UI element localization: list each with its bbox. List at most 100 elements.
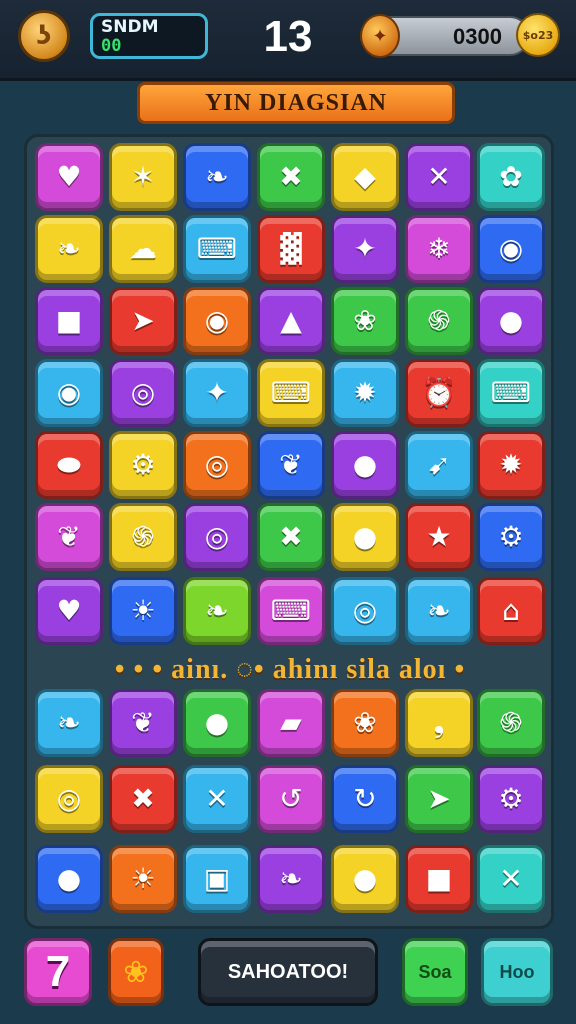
tile[interactable]: ✕ [183, 765, 251, 833]
ring-icon: ◎ [204, 448, 230, 481]
tile[interactable]: ✿ [477, 143, 545, 211]
tile[interactable]: ▰ [257, 689, 325, 757]
tile[interactable]: ◎ [331, 577, 399, 645]
moves-counter: 13 [263, 12, 313, 61]
tile[interactable]: ● [331, 431, 399, 499]
tile[interactable]: ✖ [257, 143, 325, 211]
tile[interactable]: ✦ [183, 359, 251, 427]
tile[interactable]: ֍ [109, 503, 177, 571]
tile[interactable]: ◉ [183, 287, 251, 355]
orange-ball-icon: ● [352, 520, 378, 553]
tile[interactable]: ● [477, 287, 545, 355]
cyan-button[interactable]: Hoo [481, 938, 553, 1006]
top-bar: ʖ SNDM 00 13 ✦ 0300 $o23 [0, 0, 576, 81]
tile[interactable]: ⚙ [477, 765, 545, 833]
tile[interactable]: ❄ [405, 215, 473, 283]
tile[interactable]: ❟ [405, 689, 473, 757]
coin-badge[interactable]: $o23 [516, 13, 560, 57]
tile[interactable]: ➤ [405, 765, 473, 833]
blob-icon: ☁ [129, 232, 157, 265]
tile[interactable]: ▲ [257, 287, 325, 355]
tile[interactable]: ❧ [257, 845, 325, 913]
tile[interactable]: ✕ [405, 143, 473, 211]
tile[interactable]: ◎ [109, 359, 177, 427]
tile[interactable]: ✹ [331, 359, 399, 427]
tile[interactable]: ֍ [405, 287, 473, 355]
tile[interactable]: ✦ [331, 215, 399, 283]
tile[interactable]: ↺ [257, 765, 325, 833]
combo-text: • • • ainı. ◌• ahinı sila aloı • [114, 654, 466, 685]
tile[interactable]: ⌨ [257, 577, 325, 645]
tile[interactable]: ⌨ [183, 215, 251, 283]
tile[interactable]: ❧ [35, 215, 103, 283]
tile[interactable]: ☁ [109, 215, 177, 283]
tile[interactable]: ✖ [257, 503, 325, 571]
tile[interactable]: ☀ [109, 577, 177, 645]
tile[interactable]: ❧ [183, 577, 251, 645]
tile[interactable]: ● [183, 689, 251, 757]
tile[interactable]: ❧ [183, 143, 251, 211]
lemon-icon: ● [56, 862, 82, 895]
tile[interactable]: ♥ [35, 143, 103, 211]
tile[interactable]: ▣ [183, 845, 251, 913]
tile[interactable]: ֍ [477, 689, 545, 757]
blob-booster-button[interactable]: ❀ [108, 938, 164, 1006]
blob-icon: ❀ [123, 954, 149, 990]
tile[interactable]: ❦ [109, 689, 177, 757]
tile[interactable]: ❧ [405, 577, 473, 645]
sprout-icon: ❦ [131, 706, 155, 739]
tile[interactable]: ⬬ [35, 431, 103, 499]
action-button[interactable]: SAHOATOO! [198, 938, 378, 1006]
tile[interactable]: ⚙ [477, 503, 545, 571]
tile[interactable]: ■ [35, 287, 103, 355]
tile[interactable]: ◉ [35, 359, 103, 427]
gear-icon: ⚙ [130, 448, 156, 481]
tile[interactable]: ♥ [35, 577, 103, 645]
tile[interactable]: ● [35, 845, 103, 913]
tile[interactable]: ◎ [35, 765, 103, 833]
tile[interactable]: ✖ [109, 765, 177, 833]
arrow-icon: ➹ [427, 448, 451, 481]
tile[interactable]: ↻ [331, 765, 399, 833]
tile[interactable]: ⌨ [257, 359, 325, 427]
arrow-curve-icon: ↻ [353, 782, 377, 815]
green-button[interactable]: Soa [402, 938, 468, 1006]
tile[interactable]: ☀ [109, 845, 177, 913]
tile[interactable]: ⏰ [405, 359, 473, 427]
tile[interactable]: ◆ [331, 143, 399, 211]
tile[interactable]: ◉ [477, 215, 545, 283]
tile[interactable]: ❦ [35, 503, 103, 571]
tile[interactable]: ❦ [257, 431, 325, 499]
coin-bar[interactable]: ✦ 0300 [360, 14, 530, 58]
tile[interactable]: ● [331, 845, 399, 913]
tile[interactable]: ■ [405, 845, 473, 913]
tile[interactable]: ⌂ [477, 577, 545, 645]
ring-icon: ◎ [204, 520, 230, 553]
sprout-icon: ❦ [57, 520, 81, 553]
tile[interactable]: ★ [405, 503, 473, 571]
tile[interactable]: ➤ [109, 287, 177, 355]
tile[interactable]: ◎ [183, 503, 251, 571]
tile[interactable]: ✶ [109, 143, 177, 211]
x-mark-icon: ✖ [131, 782, 155, 815]
ring-icon: ◎ [130, 376, 156, 409]
tile[interactable]: ➹ [405, 431, 473, 499]
tile[interactable]: ● [331, 503, 399, 571]
tile[interactable]: ✕ [477, 845, 545, 913]
tile[interactable]: ✹ [477, 431, 545, 499]
wand-icon: ✦ [353, 232, 377, 265]
score-value: 00 [101, 36, 122, 56]
moves-booster-button[interactable]: 7 [24, 938, 92, 1006]
tile[interactable]: ⌨ [477, 359, 545, 427]
tile[interactable]: ❀ [331, 287, 399, 355]
spiral-icon: ֍ [499, 706, 523, 739]
tile[interactable]: ◎ [183, 431, 251, 499]
paper-plane-icon: ➤ [131, 304, 155, 337]
tile[interactable]: ⚙ [109, 431, 177, 499]
spiral-coin-icon[interactable]: ʖ [18, 10, 70, 62]
tile[interactable]: ❧ [35, 689, 103, 757]
tile[interactable]: ❀ [331, 689, 399, 757]
gear-icon: ⚙ [498, 782, 524, 815]
tile[interactable]: ▓ [257, 215, 325, 283]
leaf-icon: ❧ [427, 594, 451, 627]
